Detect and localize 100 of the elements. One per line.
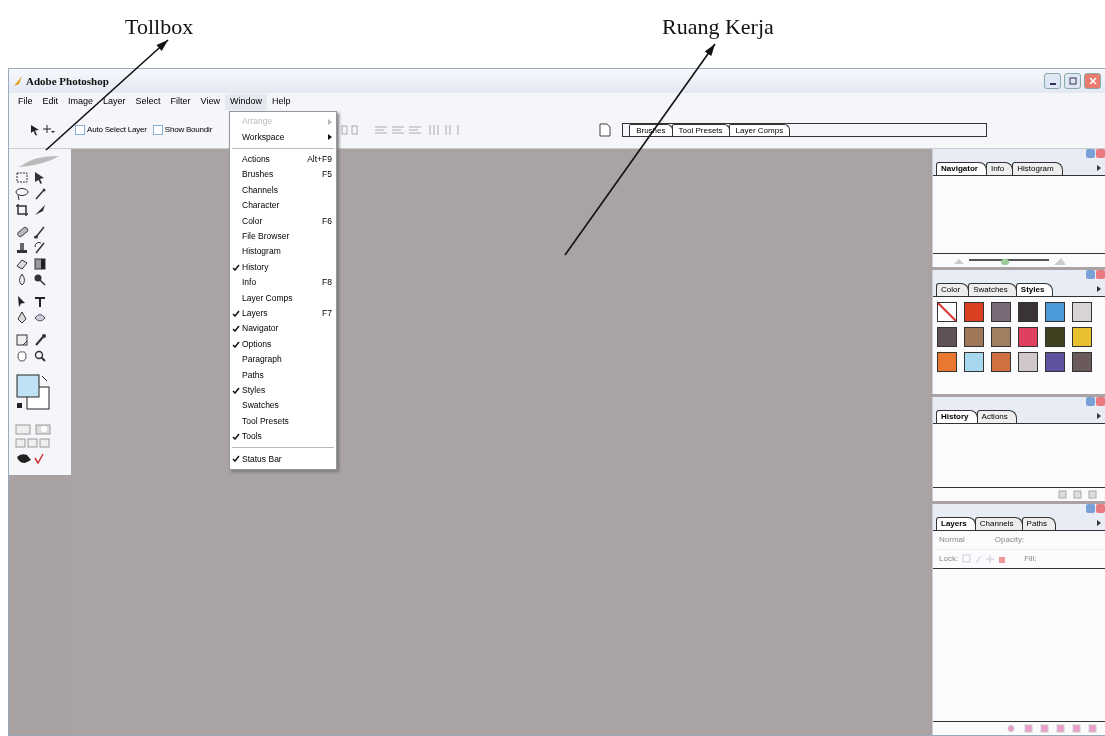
panel-menu-icon[interactable] — [1097, 165, 1101, 171]
panel-tab[interactable]: Navigator — [936, 162, 987, 175]
window-title: Adobe Photoshop — [26, 73, 109, 89]
style-swatch[interactable] — [991, 302, 1011, 322]
check-icon — [232, 386, 240, 394]
minimize-button[interactable] — [1044, 73, 1061, 89]
menu-item[interactable]: Workspace — [230, 129, 336, 145]
eraser-tool-icon[interactable] — [15, 257, 29, 271]
pen-tool-icon[interactable] — [15, 311, 29, 325]
submenu-arrow-icon — [328, 134, 332, 141]
style-swatch[interactable] — [991, 327, 1011, 347]
menu-item[interactable]: Channels — [230, 182, 336, 198]
hand-tool-icon[interactable] — [15, 349, 29, 363]
lock-label: Lock: — [939, 553, 959, 565]
panel-menu-icon[interactable] — [1097, 413, 1101, 419]
menu-item[interactable]: Tool Presets — [230, 413, 336, 429]
style-swatch[interactable] — [1018, 352, 1038, 372]
menu-item[interactable]: View — [195, 94, 225, 110]
menu-item[interactable]: Layer — [98, 94, 131, 110]
style-swatch[interactable] — [1045, 302, 1065, 322]
stamp-tool-icon[interactable] — [15, 241, 29, 255]
style-swatch[interactable] — [1018, 302, 1038, 322]
style-swatch[interactable] — [937, 302, 957, 322]
palette-tab[interactable]: Layer Comps — [728, 123, 791, 136]
menu-item[interactable]: Window — [224, 94, 267, 110]
style-swatch[interactable] — [1045, 327, 1065, 347]
palette-well-icon — [598, 121, 613, 138]
panel-tab[interactable]: Layers — [936, 517, 976, 530]
style-swatch[interactable] — [964, 327, 984, 347]
zoom-slider[interactable] — [969, 258, 1049, 267]
close-button[interactable] — [1084, 73, 1101, 89]
menu-item[interactable]: Character — [230, 197, 336, 214]
maximize-icon — [1068, 77, 1077, 85]
eyedropper-tool-icon[interactable] — [33, 333, 47, 347]
style-swatch[interactable] — [964, 302, 984, 322]
menu-item[interactable]: Layers F7 — [230, 305, 336, 322]
panel-tab[interactable]: Paths — [1021, 517, 1057, 530]
brush-tool-icon[interactable] — [33, 225, 47, 239]
menu-item[interactable]: Actions Alt+F9 — [230, 151, 336, 168]
gradient-tool-icon[interactable] — [33, 257, 47, 271]
style-swatch[interactable] — [1072, 352, 1092, 372]
menu-item[interactable]: Filter — [165, 94, 196, 110]
panel-tab[interactable]: Color — [936, 283, 970, 296]
menu-item[interactable]: Image — [63, 94, 99, 110]
panel-menu-icon[interactable] — [1097, 286, 1101, 292]
menu-item[interactable]: File Browser — [230, 228, 336, 245]
panel-tab[interactable]: Actions — [976, 410, 1017, 423]
style-swatch[interactable] — [937, 327, 957, 347]
menu-item[interactable]: Status Bar — [230, 451, 336, 467]
menu-item[interactable]: Edit — [37, 94, 64, 110]
panel-tab[interactable]: Histogram — [1012, 162, 1063, 175]
menu-item[interactable]: File — [13, 94, 38, 110]
panel-tab[interactable]: History — [936, 410, 978, 423]
style-swatch[interactable] — [937, 352, 957, 372]
lasso-tool-icon[interactable] — [15, 187, 29, 201]
type-tool-icon[interactable] — [33, 295, 47, 309]
dodge-tool-icon[interactable] — [33, 273, 47, 287]
menu-item[interactable]: Layer Comps — [230, 290, 336, 306]
menu-item[interactable]: Styles — [230, 382, 336, 399]
color-swatches-icon[interactable] — [15, 373, 51, 413]
panel-menu-icon[interactable] — [1097, 520, 1101, 526]
style-swatch[interactable] — [964, 352, 984, 372]
style-swatch[interactable] — [1045, 352, 1065, 372]
style-swatch[interactable] — [1018, 327, 1038, 347]
style-swatch[interactable] — [991, 352, 1011, 372]
panel-tab[interactable]: Info — [985, 162, 1014, 175]
submenu-arrow-icon — [328, 119, 332, 126]
menu-item[interactable]: Histogram — [230, 244, 336, 260]
checkbox[interactable]: Auto Select Layer — [75, 123, 147, 136]
zoom-tool-icon[interactable] — [33, 349, 47, 363]
menu-item[interactable]: Paragraph — [230, 351, 336, 368]
check-icon — [232, 263, 240, 271]
style-swatch[interactable] — [1072, 327, 1092, 347]
menu-item[interactable]: Swatches — [230, 398, 336, 414]
notes-tool-icon[interactable] — [15, 333, 29, 347]
menu-item[interactable]: Brushes F5 — [230, 167, 336, 183]
menu-item[interactable]: Options — [230, 336, 336, 352]
menu-item[interactable]: Help — [266, 94, 296, 110]
move-tool-icon[interactable] — [29, 122, 55, 137]
menu-item[interactable]: History — [230, 259, 336, 275]
history-brush-tool-icon[interactable] — [33, 241, 47, 255]
menu-item[interactable]: Info F8 — [230, 274, 336, 291]
panel-tab[interactable]: Channels — [974, 517, 1023, 530]
panel-tab[interactable]: Styles — [1015, 283, 1054, 296]
style-swatch[interactable] — [1072, 302, 1092, 322]
panel-tab[interactable]: Swatches — [968, 283, 1017, 296]
palette-tab[interactable]: Tool Presets — [671, 123, 730, 136]
slider-thumb[interactable] — [1001, 258, 1009, 265]
healing-brush-tool-icon[interactable] — [15, 225, 29, 239]
menu-item[interactable]: Select — [130, 94, 166, 110]
crop-tool-icon[interactable] — [15, 203, 29, 217]
menu-item[interactable]: Tools — [230, 428, 336, 445]
magic-wand-tool-icon[interactable] — [33, 187, 47, 201]
check-icon — [232, 432, 240, 440]
menu-item[interactable]: Color F6 — [230, 213, 336, 229]
feather-icon — [13, 75, 23, 87]
checkbox[interactable]: Show Boundir — [152, 123, 213, 136]
menu-item[interactable]: Paths — [230, 367, 336, 383]
fill-label: Fill: — [1024, 553, 1037, 565]
menu-item[interactable]: Navigator — [230, 321, 336, 337]
